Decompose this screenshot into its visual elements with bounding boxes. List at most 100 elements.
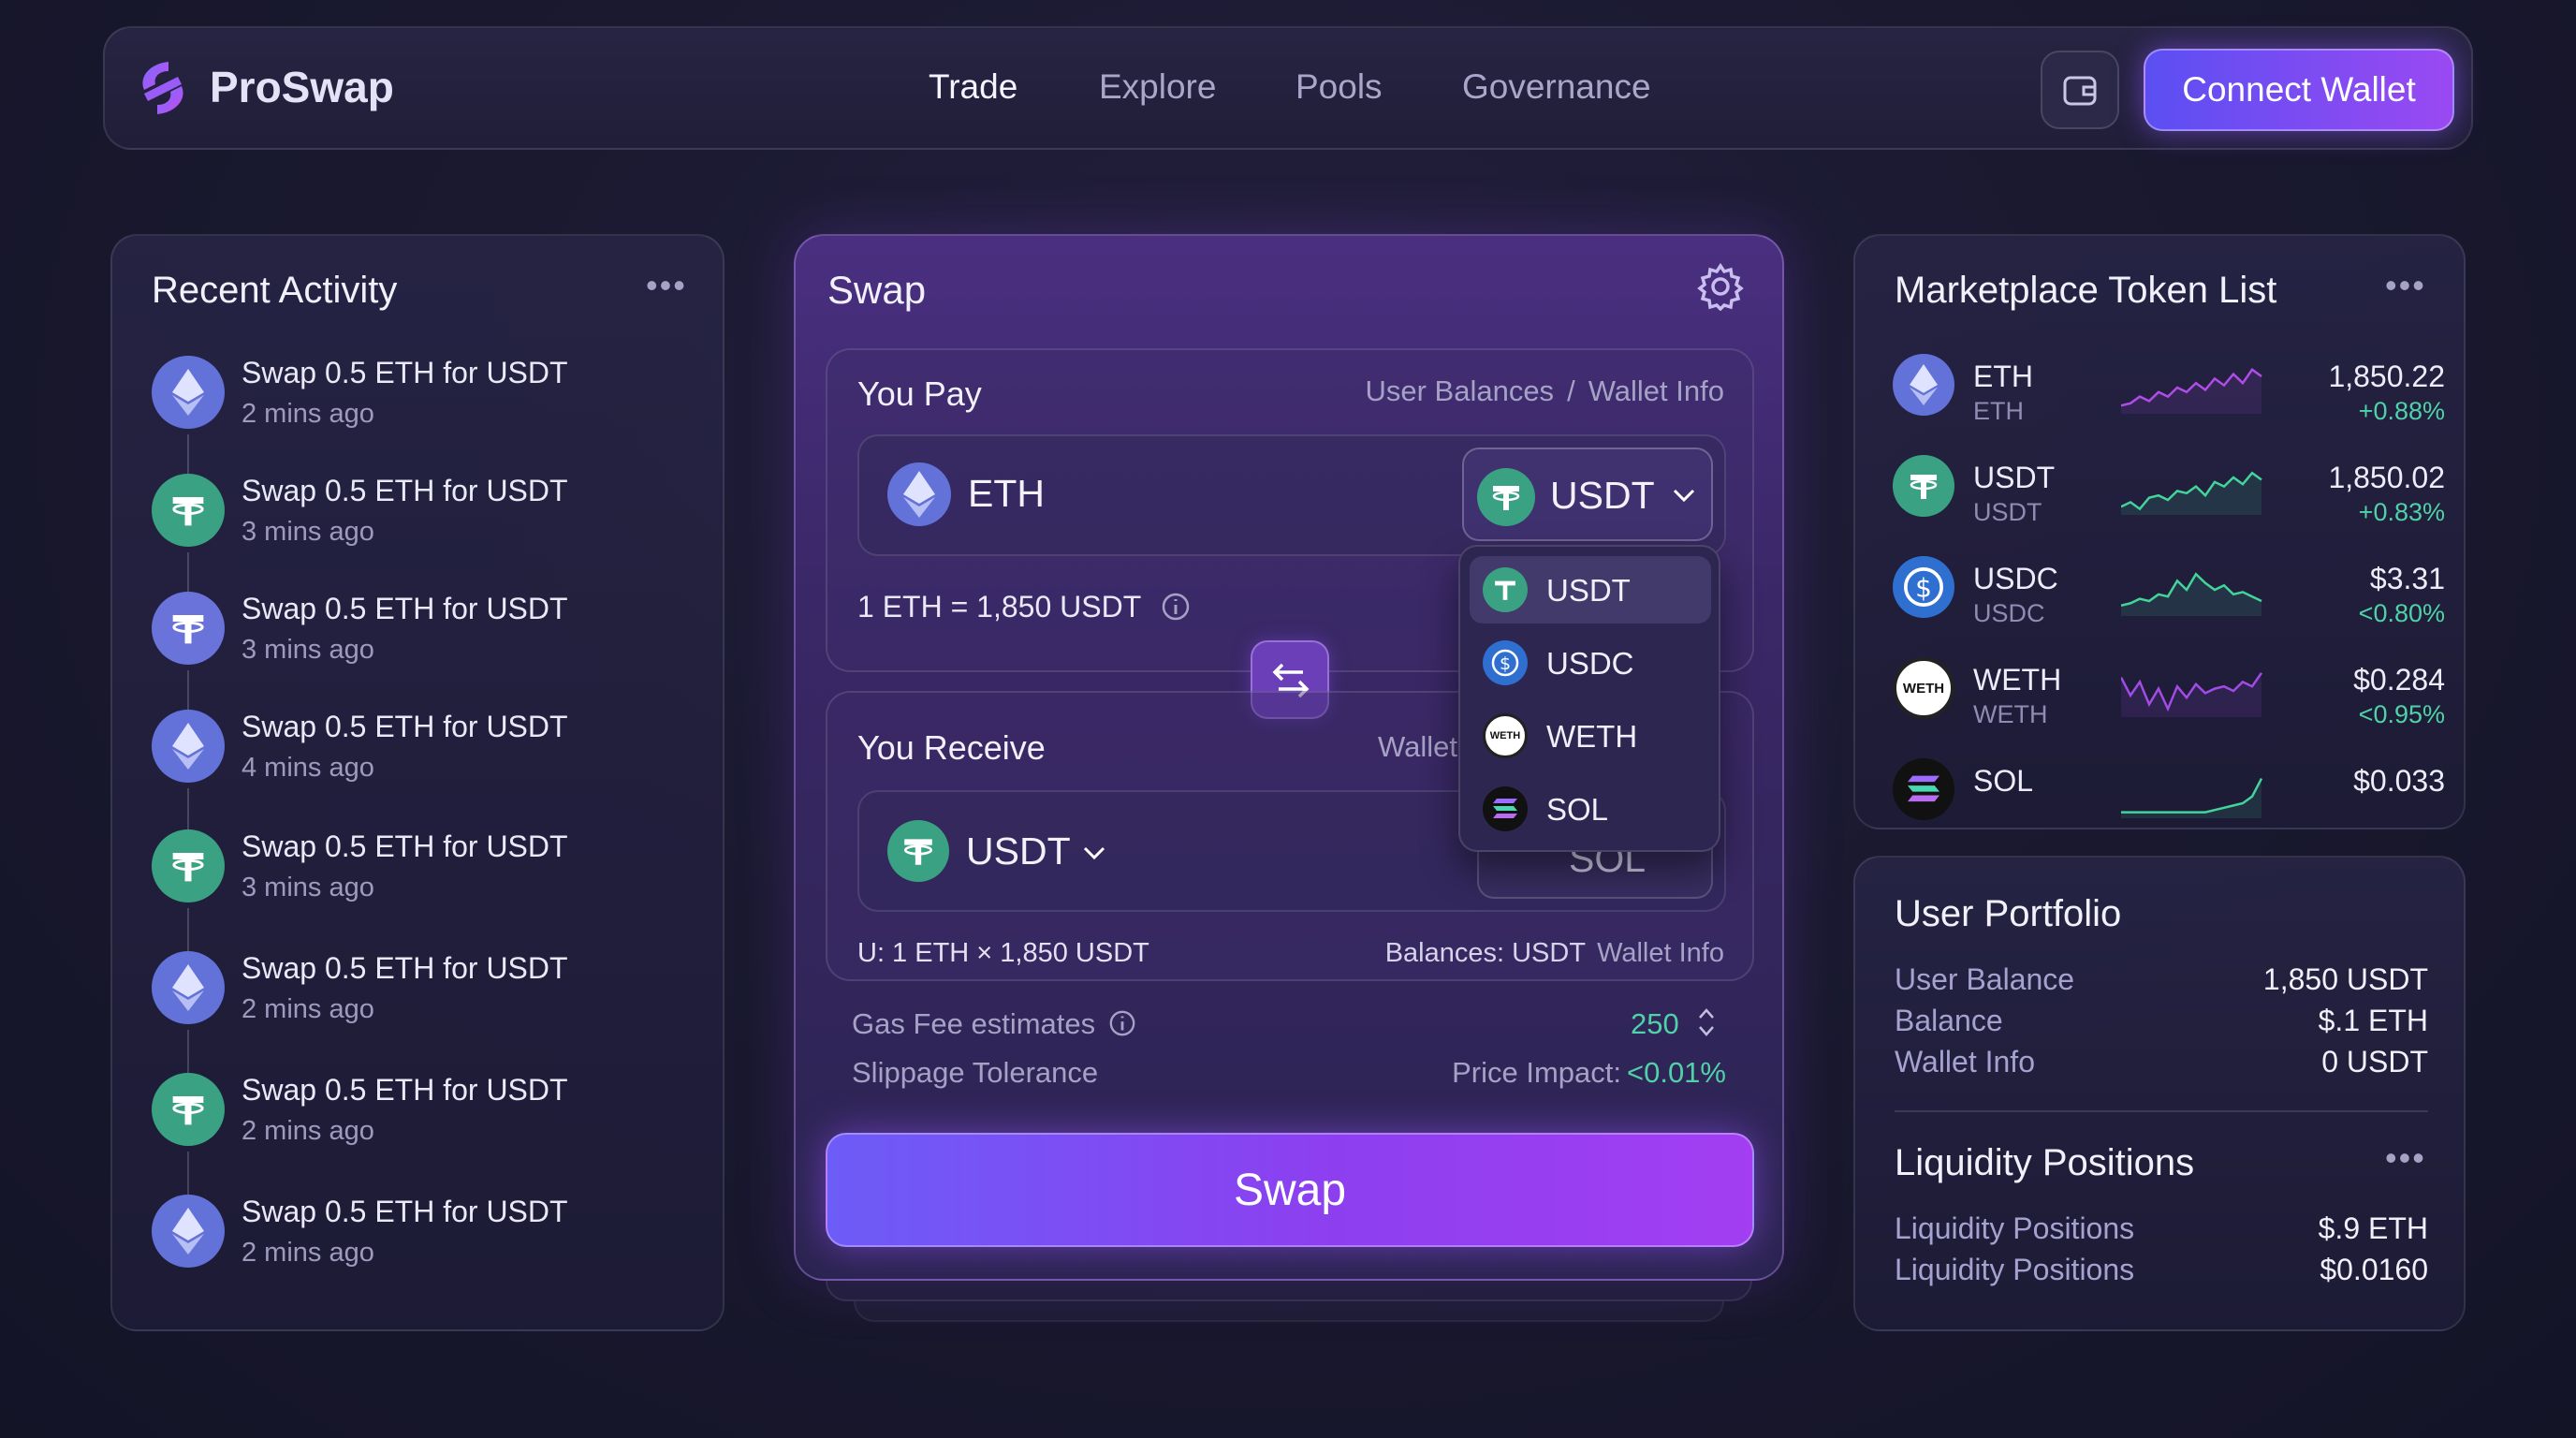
more-options-icon[interactable]: ••• — [2385, 266, 2426, 305]
activity-item[interactable]: Swap 0.5 ETH for USDT 4 mins ago — [152, 710, 695, 794]
row-label: Balance — [1895, 1004, 2003, 1037]
dropdown-option-weth[interactable]: WETH WETH — [1470, 702, 1711, 770]
activity-title: Swap 0.5 ETH for USDT — [242, 1195, 568, 1228]
row-value: $.1 ETH — [2318, 1004, 2428, 1037]
settings-gear-icon[interactable] — [1696, 262, 1745, 311]
slippage-label[interactable]: Slippage Tolerance — [852, 1056, 1098, 1090]
nav-explore[interactable]: Explore — [1099, 67, 1216, 107]
activity-time: 3 mins ago — [242, 873, 374, 902]
gas-fee-value: 250 — [1631, 1007, 1679, 1040]
timeline-connector — [187, 1030, 189, 1073]
activity-item[interactable]: Swap 0.5 ETH for USDT 3 mins ago — [152, 592, 695, 676]
panel-title: Recent Activity — [152, 270, 398, 311]
activity-item[interactable]: Swap 0.5 ETH for USDT 2 mins ago — [152, 951, 695, 1035]
timeline-connector — [187, 1152, 189, 1195]
dropdown-option-sol[interactable]: SOL — [1470, 775, 1711, 843]
info-icon[interactable] — [1108, 1009, 1136, 1037]
usdc-coin-icon: $ — [1893, 556, 1954, 618]
stack-edge — [854, 1301, 1724, 1322]
option-label: USDT — [1546, 573, 1631, 608]
row-value: $.9 ETH — [2318, 1211, 2428, 1245]
token-row[interactable]: SOL $0.033 — [1893, 758, 2445, 852]
token-select-dropdown[interactable]: USDT — [1462, 448, 1713, 541]
you-pay-label: You Pay — [857, 374, 982, 413]
timeline-connector — [187, 552, 189, 592]
nav-pools[interactable]: Pools — [1295, 67, 1383, 107]
recent-activity-panel: Recent Activity ••• Swap 0.5 ETH for USD… — [110, 234, 724, 1331]
token-subtitle: USDC — [1973, 599, 2045, 627]
eth-coin-icon — [152, 1195, 225, 1268]
token-change: <0.80% — [2358, 599, 2445, 627]
activity-item[interactable]: Swap 0.5 ETH for USDT 3 mins ago — [152, 474, 695, 558]
token-subtitle: USDT — [1973, 498, 2042, 526]
swap-button[interactable]: Swap — [826, 1133, 1754, 1247]
usdt-coin-icon — [152, 592, 225, 665]
activity-item[interactable]: Swap 0.5 ETH for USDT 3 mins ago — [152, 829, 695, 914]
user-portfolio-panel: User Portfolio User Balance 1,850 USDT Ba… — [1853, 856, 2466, 1331]
user-balances-link[interactable]: User Balances — [1365, 374, 1554, 408]
token-price: 1,850.22 — [2328, 360, 2445, 393]
dropdown-option-usdt[interactable]: USDT — [1470, 556, 1711, 624]
gas-fee-label: Gas Fee estimates — [852, 1007, 1096, 1040]
chevron-down-icon[interactable] — [1082, 844, 1106, 861]
token-price: $3.31 — [2369, 562, 2445, 595]
token-price: $0.284 — [2353, 663, 2445, 697]
wallet-icon — [2063, 76, 2097, 106]
wallet-info-link[interactable]: Wallet Info — [1588, 374, 1724, 408]
receive-footer-left: U: 1 ETH × 1,850 USDT — [857, 938, 1149, 968]
receive-wallet-link[interactable]: Wallet — [1378, 730, 1457, 764]
sol-coin-icon — [1893, 758, 1954, 820]
wallet-button[interactable] — [2041, 51, 2119, 129]
more-options-icon[interactable]: ••• — [2385, 1138, 2426, 1178]
row-label[interactable]: Wallet Info — [1895, 1045, 2035, 1079]
token-subtitle: WETH — [1973, 700, 2048, 728]
connect-wallet-button[interactable]: Connect Wallet — [2144, 49, 2454, 131]
activity-item[interactable]: Swap 0.5 ETH for USDT 2 mins ago — [152, 356, 695, 440]
pay-token-field[interactable]: ETH USDT — [857, 434, 1726, 556]
activity-item[interactable]: Swap 0.5 ETH for USDT 2 mins ago — [152, 1073, 695, 1157]
wallet-info-link[interactable]: Wallet Info — [1597, 938, 1724, 969]
price-impact-value: <0.01% — [1626, 1056, 1726, 1089]
token-price: 1,850.02 — [2328, 461, 2445, 494]
eth-coin-icon — [887, 462, 951, 526]
token-row[interactable]: WETH WETH WETH $0.284 <0.95% — [1893, 657, 2445, 751]
token-row[interactable]: USDT USDT 1,850.02 +0.83% — [1893, 455, 2445, 549]
meta-separator: / — [1567, 374, 1575, 407]
activity-title: Swap 0.5 ETH for USDT — [242, 710, 568, 743]
token-row[interactable]: $ USDC USDC $3.31 <0.80% — [1893, 556, 2445, 650]
info-icon[interactable] — [1161, 592, 1191, 622]
nav-trade[interactable]: Trade — [929, 67, 1017, 107]
token-symbol: WETH — [1973, 663, 2062, 697]
row-value: $0.0160 — [2320, 1253, 2428, 1286]
sparkline-chart — [2121, 572, 2262, 616]
price-impact: Price Impact: <0.01% — [1452, 1056, 1726, 1090]
brand-name: ProSwap — [210, 63, 394, 111]
more-options-icon[interactable]: ••• — [646, 266, 687, 305]
sparkline-chart — [2121, 471, 2262, 515]
exchange-rate: 1 ETH = 1,850 USDT — [857, 590, 1142, 624]
eth-coin-icon — [152, 356, 225, 429]
price-impact-label: Price Impact: — [1452, 1056, 1621, 1089]
svg-text:$: $ — [1915, 572, 1932, 603]
token-symbol: ETH — [1973, 360, 2033, 393]
token-change: <0.95% — [2358, 700, 2445, 728]
activity-title: Swap 0.5 ETH for USDT — [242, 592, 568, 625]
swap-title: Swap — [827, 268, 927, 312]
token-subtitle: ETH — [1973, 397, 2024, 425]
option-label: USDC — [1546, 646, 1634, 681]
token-row[interactable]: ETH ETH 1,850.22 +0.88% — [1893, 354, 2445, 448]
row-label: Liquidity Positions — [1895, 1253, 2135, 1286]
you-receive-label: You Receive — [857, 728, 1046, 767]
activity-title: Swap 0.5 ETH for USDT — [242, 356, 568, 389]
pay-meta: User Balances / Wallet Info — [1365, 374, 1724, 408]
sparkline-chart — [2121, 778, 2263, 818]
activity-time: 2 mins ago — [242, 994, 374, 1024]
nav-governance[interactable]: Governance — [1462, 67, 1651, 107]
token-dropdown-menu: USDT $ USDC WETH WETH SOL — [1458, 545, 1720, 852]
dropdown-option-usdc[interactable]: $ USDC — [1470, 629, 1711, 697]
stepper-arrows-icon[interactable] — [1696, 1005, 1717, 1039]
marketplace-token-list-panel: Marketplace Token List ••• ETH ETH 1,850.2… — [1853, 234, 2466, 829]
eth-coin-icon — [152, 710, 225, 783]
activity-item[interactable]: Swap 0.5 ETH for USDT 2 mins ago — [152, 1195, 695, 1279]
activity-time: 2 mins ago — [242, 1238, 374, 1268]
